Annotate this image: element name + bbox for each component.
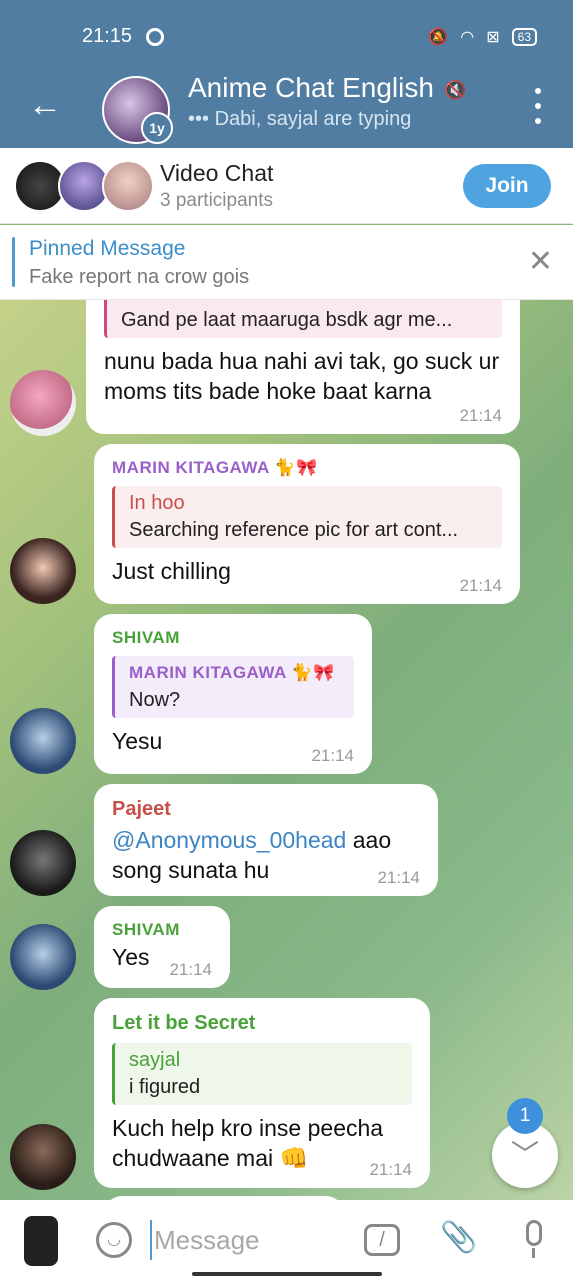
wifi-icon: ◠: [460, 29, 475, 46]
reply-text: Searching reference pic for art cont...: [129, 519, 459, 541]
avatar-badge: 1y: [141, 112, 173, 144]
status-icons: 🔕 ◠ ⊠ 63: [428, 27, 537, 47]
pinned-message-bar[interactable]: Pinned Message Fake report na crow gois …: [0, 225, 573, 300]
chat-header: ← 1y Anime Chat English 🔇 ••• Dabi, sayj…: [0, 72, 573, 148]
send-as-avatar[interactable]: [24, 1216, 58, 1266]
message-text: nunu bada hua nahi avi tak, go suck ur m…: [104, 348, 500, 404]
sender-name[interactable]: SHIVAM: [112, 920, 212, 940]
chat-messages[interactable]: Gand pe laat maaruga bsdk agr me... nunu…: [0, 300, 573, 1200]
back-arrow-icon[interactable]: ←: [28, 88, 64, 124]
typing-status: ••• Dabi, sayjal are typing: [188, 108, 412, 130]
reply-quote[interactable]: Gand pe laat maaruga bsdk agr me...: [104, 300, 502, 338]
message-time: 21:14: [459, 406, 502, 425]
message-text: @Anonymous_00head aao song sunata hu: [112, 827, 392, 883]
reply-quote[interactable]: In hoo Searching reference pic for art c…: [112, 486, 502, 548]
sender-name[interactable]: Let it be Secret: [112, 1012, 412, 1035]
message-bubble[interactable]: Gand pe laat maaruga bsdk agr me... nunu…: [86, 300, 520, 434]
sender-avatar[interactable]: [10, 1124, 76, 1190]
reply-author: sayjal: [129, 1049, 181, 1071]
reply-author: In hoo: [129, 492, 185, 514]
close-icon[interactable]: ✕: [528, 247, 553, 277]
reply-text: Gand pe laat maaruga bsdk agr me...: [121, 309, 453, 331]
sender-avatar[interactable]: [10, 370, 76, 436]
message-bubble[interactable]: Let it be Secret sayjal i figured Kuch h…: [94, 998, 430, 1188]
muted-speaker-icon: 🔇: [444, 80, 467, 100]
message-bubble[interactable]: MARIN KITAGAWA 🐈🎀 In hoo Searching refer…: [94, 444, 520, 604]
status-bar: 21:15 🔕 ◠ ⊠ 63: [0, 0, 573, 72]
message-time: 21:14: [169, 960, 212, 979]
sender-avatar[interactable]: [10, 830, 76, 896]
message-input[interactable]: [150, 1220, 340, 1260]
sender-name[interactable]: MARIN KITAGAWA 🐈🎀: [112, 458, 502, 478]
participant-avatars: [14, 160, 154, 212]
message-bubble[interactable]: SHIVAM MARIN KITAGAWA 🐈🎀 Now? Yesu 21:14: [94, 614, 372, 774]
microphone-icon[interactable]: [520, 1220, 548, 1260]
chevron-down-icon: ﹀: [510, 1139, 539, 1170]
reply-text: Now?: [129, 689, 181, 711]
battery-icon: 63: [511, 28, 537, 46]
message-text: Just chilling: [112, 558, 231, 584]
sender-avatar[interactable]: [10, 924, 76, 990]
sender-avatar[interactable]: [10, 708, 76, 774]
reply-quote[interactable]: sayjal i figured: [112, 1043, 412, 1105]
video-chat-participants: 3 participants: [160, 190, 274, 211]
unread-count-badge: 1: [507, 1098, 543, 1134]
status-time: 21:15: [82, 25, 133, 47]
message-text: Kuch help kro inse peecha chudwaane mai …: [112, 1115, 384, 1171]
sender-name[interactable]: Pajeet: [112, 798, 420, 821]
message-time: 21:14: [369, 1160, 412, 1179]
reply-quote[interactable]: MARIN KITAGAWA 🐈🎀 Now?: [112, 656, 354, 718]
pinned-title: Pinned Message: [29, 237, 186, 260]
home-indicator: [192, 1272, 382, 1276]
participant-avatar: [102, 160, 154, 212]
more-options-icon[interactable]: [531, 88, 545, 124]
chat-title[interactable]: Anime Chat English: [188, 72, 434, 104]
chrome-icon: [146, 28, 164, 46]
message-time: 21:14: [311, 746, 354, 765]
sender-avatar[interactable]: [10, 538, 76, 604]
reply-text: i figured: [129, 1076, 201, 1098]
message-bubble[interactable]: SHIVAM Yes 21:14: [94, 906, 230, 988]
sim-icon: ⊠: [486, 29, 500, 46]
message-time: 21:14: [459, 576, 502, 595]
bot-commands-icon[interactable]: /: [364, 1224, 400, 1256]
message-input-bar: ◡ / 📎: [0, 1200, 573, 1280]
mute-bell-icon: 🔕: [428, 29, 449, 46]
attach-icon[interactable]: 📎: [440, 1220, 477, 1255]
video-chat-title: Video Chat: [160, 160, 274, 186]
pinned-text: Fake report na crow gois: [29, 266, 250, 288]
video-chat-bar[interactable]: Video Chat 3 participants Join: [0, 148, 573, 224]
emoji-icon[interactable]: ◡: [96, 1222, 132, 1258]
user-mention[interactable]: @Anonymous_00head: [112, 827, 346, 853]
message-bubble[interactable]: Pajeet @Anonymous_00head aao song sunata…: [94, 784, 438, 896]
pin-accent-line: [12, 237, 15, 287]
sender-name[interactable]: SHIVAM: [112, 628, 354, 648]
message-time: 21:14: [377, 868, 420, 887]
join-button[interactable]: Join: [463, 164, 551, 208]
reply-author: MARIN KITAGAWA 🐈🎀: [129, 663, 335, 682]
